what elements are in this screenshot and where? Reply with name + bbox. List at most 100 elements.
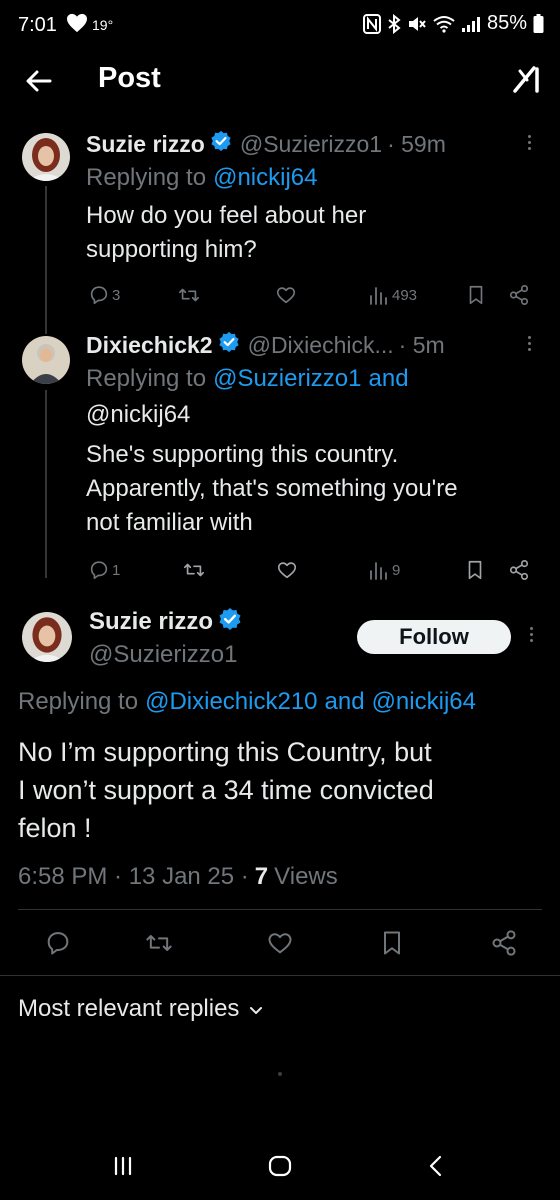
home-icon[interactable] xyxy=(268,1155,292,1182)
follow-button[interactable]: Follow xyxy=(357,620,511,654)
reply-count: 1 xyxy=(112,561,121,579)
like-icon[interactable] xyxy=(266,929,294,962)
share-button[interactable] xyxy=(508,559,530,581)
mention-link[interactable]: @nickij64 xyxy=(86,398,190,432)
nfc-icon xyxy=(362,13,381,34)
bookmark-button[interactable] xyxy=(464,559,486,581)
share-icon[interactable] xyxy=(490,929,518,962)
replies-sort-dropdown[interactable]: Most relevant replies xyxy=(18,992,263,1026)
heart-icon xyxy=(66,13,88,39)
post-timestamp: 6:58 PM · 13 Jan 25 · xyxy=(18,863,249,890)
page-title: Post xyxy=(98,62,161,94)
avatar[interactable] xyxy=(22,336,70,384)
share-icon xyxy=(508,559,530,581)
status-time: 7:01 xyxy=(18,14,57,36)
more-icon[interactable] xyxy=(528,624,534,645)
chevron-down-icon xyxy=(249,992,263,1026)
author-handle[interactable]: @Suzierizzo1 xyxy=(89,641,237,669)
retweet-icon xyxy=(178,284,200,306)
mention-and: and xyxy=(368,365,409,392)
tweet-actions: 1 9 xyxy=(88,559,538,583)
mute-icon xyxy=(407,14,427,34)
thread-line xyxy=(45,186,47,334)
bookmark-icon xyxy=(465,284,487,306)
reply-button[interactable]: 3 xyxy=(88,284,120,306)
tweet-text-line: Apparently, that's something you're xyxy=(86,475,458,502)
share-icon xyxy=(508,284,530,306)
tweet-actions: 3 493 xyxy=(88,284,538,308)
post-time: · 59m xyxy=(387,130,446,157)
reply-count: 3 xyxy=(112,286,121,304)
avatar[interactable] xyxy=(22,133,70,181)
tweet-text-line: I won’t support a 34 time convicted xyxy=(18,775,434,805)
like-icon xyxy=(276,559,298,581)
avatar[interactable] xyxy=(22,612,72,662)
replying-prefix: Replying to xyxy=(86,365,207,392)
like-button[interactable] xyxy=(275,284,297,306)
mention-link[interactable]: @Dixiechick210 xyxy=(145,685,317,719)
tweet-header: Dixiechick2 @Dixiechick... · 5m xyxy=(86,329,445,361)
main-author: Suzie rizzo xyxy=(89,606,242,638)
more-icon[interactable] xyxy=(526,333,532,354)
status-temperature: 19° xyxy=(92,17,114,33)
post-time: · 5m xyxy=(398,331,445,358)
retweet-icon[interactable] xyxy=(145,929,173,962)
divider xyxy=(18,909,542,910)
author-name[interactable]: Dixiechick2 xyxy=(86,332,213,359)
author-handle[interactable]: @Suzierizzo1 xyxy=(240,131,382,158)
tweet-header: Suzie rizzo @Suzierizzo1 · 59m xyxy=(86,128,446,160)
mention-link[interactable]: @nickij64 xyxy=(213,161,317,195)
share-button[interactable] xyxy=(508,284,530,306)
battery-icon xyxy=(533,13,544,34)
wifi-icon xyxy=(433,15,455,33)
thread-line xyxy=(45,390,47,578)
verified-badge-icon xyxy=(218,607,242,638)
back-icon[interactable] xyxy=(428,1155,444,1182)
views-count: 7 xyxy=(254,863,269,890)
main-tweet-actions xyxy=(44,929,524,957)
views-count: 9 xyxy=(392,561,401,579)
replying-to: Replying to @nickij64 xyxy=(86,161,317,195)
post-meta: 6:58 PM · 13 Jan 25 · 7 Views xyxy=(18,860,338,894)
mention-link[interactable]: @Suzierizzo1 xyxy=(213,362,361,396)
tweet-text-line: She's supporting this country. xyxy=(86,441,399,468)
views-button[interactable]: 493 xyxy=(368,284,417,306)
mention-and: and xyxy=(324,688,365,715)
replying-prefix: Replying to xyxy=(86,164,207,191)
bookmark-button[interactable] xyxy=(465,284,487,306)
grok-icon[interactable] xyxy=(512,64,542,99)
more-icon[interactable] xyxy=(526,132,532,153)
replying-prefix: Replying to xyxy=(18,688,139,715)
tweet-text-line: supporting him? xyxy=(86,236,257,263)
system-nav-bar xyxy=(0,1130,560,1200)
replying-to: Replying to @Dixiechick210 and @nickij64 xyxy=(18,685,476,719)
reply-icon xyxy=(88,559,110,581)
author-handle[interactable]: @Dixiechick... xyxy=(248,332,394,359)
verified-badge-icon xyxy=(210,130,232,158)
mention-link[interactable]: @nickij64 xyxy=(372,685,476,719)
author-name[interactable]: Suzie rizzo xyxy=(89,608,213,636)
bookmark-icon xyxy=(464,559,486,581)
loading-dot xyxy=(278,1072,282,1076)
views-button[interactable]: 9 xyxy=(368,559,400,581)
verified-badge-icon xyxy=(218,331,240,359)
like-button[interactable] xyxy=(276,559,298,581)
tweet-text: She's supporting this country. Apparentl… xyxy=(86,438,458,540)
reply-button[interactable]: 1 xyxy=(88,559,120,581)
like-icon xyxy=(275,284,297,306)
views-count: 493 xyxy=(392,286,418,304)
retweet-icon xyxy=(183,559,205,581)
views-label: Views xyxy=(274,863,338,890)
retweet-button[interactable] xyxy=(183,559,205,581)
recent-apps-icon[interactable] xyxy=(113,1156,133,1181)
tweet-text-line: not familiar with xyxy=(86,509,253,536)
tweet-text: How do you feel about her supporting him… xyxy=(86,199,366,267)
divider xyxy=(0,975,560,976)
tweet-text-line: No I’m supporting this Country, but xyxy=(18,737,432,767)
replying-to: Replying to @Suzierizzo1 and xyxy=(86,362,409,396)
bookmark-icon[interactable] xyxy=(378,929,406,962)
author-name[interactable]: Suzie rizzo xyxy=(86,131,205,158)
retweet-button[interactable] xyxy=(178,284,200,306)
back-arrow-icon[interactable] xyxy=(22,64,56,98)
reply-icon[interactable] xyxy=(44,929,72,962)
